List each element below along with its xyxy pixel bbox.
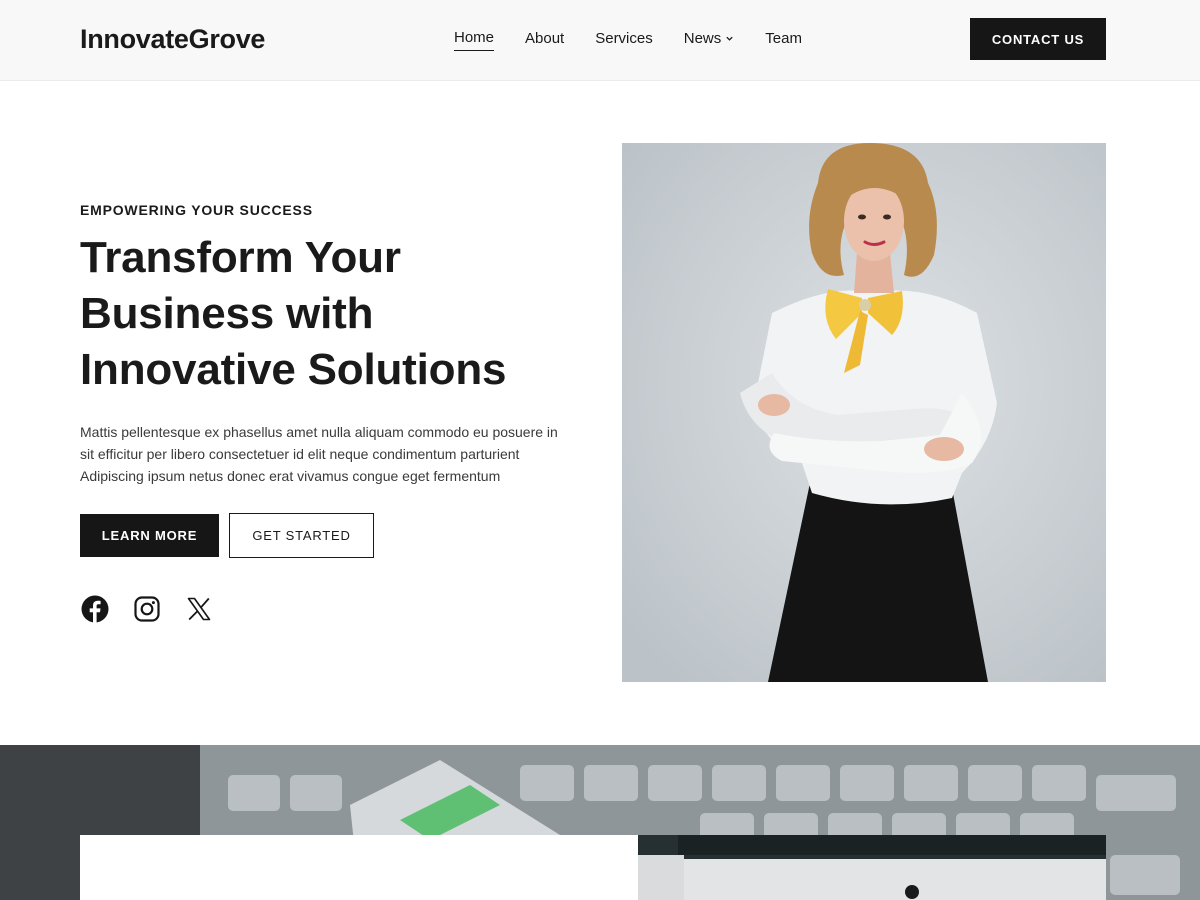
description-line: sit efficitur per libero consectetuer id… <box>80 446 520 462</box>
site-logo[interactable]: InnovateGrove <box>80 24 265 55</box>
site-header: InnovateGrove Home About Services News T… <box>0 0 1200 81</box>
nav-item-label: Team <box>765 29 802 47</box>
description-line: Mattis pellentesque ex phasellus amet nu… <box>80 424 558 440</box>
facebook-icon[interactable] <box>80 594 110 624</box>
monitor-photo <box>638 835 1106 900</box>
instagram-icon[interactable] <box>132 594 162 624</box>
headline-line: Transform Your <box>80 233 401 282</box>
get-started-button[interactable]: GET STARTED <box>229 513 374 558</box>
feature-card-image <box>638 835 1106 900</box>
portrait-illustration <box>622 143 1106 682</box>
nav-item-services[interactable]: Services <box>595 30 653 51</box>
hero-image <box>622 143 1106 682</box>
headline-line: Business with <box>80 289 374 338</box>
x-icon[interactable] <box>184 594 214 624</box>
contact-button[interactable]: CONTACT US <box>970 18 1106 60</box>
nav-item-label: About <box>525 29 565 47</box>
hero-headline: Transform Your Business with Innovative … <box>80 230 580 398</box>
nav-item-news[interactable]: News <box>684 30 735 51</box>
nav-item-label: Home <box>454 29 495 46</box>
headline-line: Innovative Solutions <box>80 345 507 394</box>
description-line: Adipiscing ipsum netus donec erat vivamu… <box>80 468 501 484</box>
learn-more-button[interactable]: LEARN MORE <box>80 514 219 557</box>
nav-item-label: News <box>683 29 722 47</box>
nav-item-home[interactable]: Home <box>454 29 495 51</box>
chevron-down-icon <box>726 36 733 41</box>
nav-item-label: Services <box>595 29 653 47</box>
nav-item-team[interactable]: Team <box>765 30 802 51</box>
feature-card-white <box>80 835 638 900</box>
hero-description: Mattis pellentesque ex phasellus amet nu… <box>80 421 570 487</box>
main-nav: Home About Services News Team <box>454 29 802 51</box>
social-links <box>80 594 214 624</box>
nav-item-about[interactable]: About <box>525 30 564 51</box>
hero-eyebrow: EMPOWERING YOUR SUCCESS <box>80 202 313 218</box>
